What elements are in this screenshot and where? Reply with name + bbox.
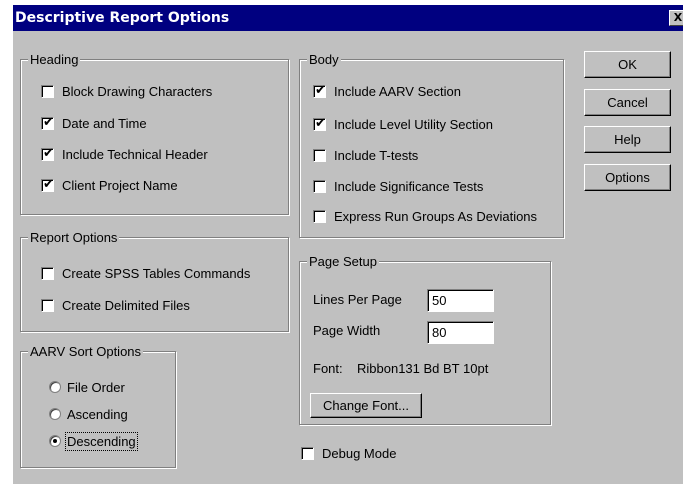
include-level-utility-section-option[interactable]: ✔ Include Level Utility Section: [313, 115, 493, 133]
close-button[interactable]: X: [669, 10, 683, 26]
page-width-label: Page Width: [313, 323, 381, 338]
report-options-legend: Report Options: [28, 230, 120, 245]
font-label: Font:: [313, 361, 343, 376]
express-run-groups-as-deviations-label: Express Run Groups As Deviations: [334, 208, 538, 224]
include-significance-tests-checkbox[interactable]: [313, 179, 326, 193]
date-and-time-checkbox[interactable]: ✔: [41, 114, 54, 130]
page-setup-legend: Page Setup: [307, 254, 379, 269]
block-drawing-characters-checkbox[interactable]: [41, 84, 54, 98]
file-order-radio[interactable]: [49, 381, 61, 393]
include-aarv-section-option[interactable]: ✔ Include AARV Section: [313, 82, 461, 100]
cancel-button[interactable]: Cancel: [584, 89, 671, 116]
heading-legend: Heading: [28, 52, 81, 67]
debug-mode-option[interactable]: Debug Mode: [301, 444, 396, 462]
file-order-label: File Order: [67, 379, 125, 395]
block-drawing-characters-label: Block Drawing Characters: [62, 83, 213, 99]
checkmark-icon: ✔: [315, 115, 326, 131]
ascending-label: Ascending: [67, 406, 128, 422]
ascending-option[interactable]: Ascending: [49, 405, 128, 423]
descending-label: Descending: [65, 431, 138, 451]
client-project-name-option[interactable]: ✔ Client Project Name: [41, 176, 178, 194]
change-font-button[interactable]: Change Font...: [310, 393, 422, 418]
descending-option[interactable]: Descending: [49, 431, 138, 451]
express-run-groups-as-deviations-option[interactable]: Express Run Groups As Deviations: [313, 207, 537, 225]
radio-dot-icon: [53, 439, 57, 443]
options-button[interactable]: Options: [584, 164, 671, 191]
help-button[interactable]: Help: [584, 126, 671, 153]
checkmark-icon: ✔: [43, 145, 54, 161]
include-t-tests-option[interactable]: Include T-tests: [313, 146, 418, 164]
include-aarv-section-label: Include AARV Section: [334, 83, 461, 99]
include-t-tests-checkbox[interactable]: [313, 148, 326, 162]
create-delimited-files-option[interactable]: Create Delimited Files: [41, 296, 190, 314]
debug-mode-checkbox[interactable]: [301, 446, 314, 460]
client-project-name-label: Client Project Name: [62, 177, 178, 193]
font-value: Ribbon131 Bd BT 10pt: [357, 361, 489, 376]
include-t-tests-label: Include T-tests: [334, 147, 419, 163]
debug-mode-label: Debug Mode: [322, 445, 397, 461]
checkmark-icon: ✔: [43, 176, 54, 192]
body-legend: Body: [307, 52, 341, 67]
title-bar[interactable]: Descriptive Report Options X: [13, 5, 683, 31]
block-drawing-characters-option[interactable]: Block Drawing Characters: [41, 82, 212, 100]
file-order-option[interactable]: File Order: [49, 378, 125, 396]
include-significance-tests-option[interactable]: Include Significance Tests: [313, 177, 483, 195]
date-and-time-option[interactable]: ✔ Date and Time: [41, 114, 147, 132]
aarv-sort-options-legend: AARV Sort Options: [28, 344, 144, 359]
create-delimited-files-label: Create Delimited Files: [62, 297, 190, 313]
client-project-name-checkbox[interactable]: ✔: [41, 176, 54, 192]
ascending-radio[interactable]: [49, 408, 61, 420]
page-width-input[interactable]: 80: [427, 321, 494, 344]
dialog-title: Descriptive Report Options: [15, 10, 230, 26]
include-technical-header-checkbox[interactable]: ✔: [41, 145, 54, 161]
lines-per-page-input[interactable]: 50: [427, 289, 494, 312]
lines-per-page-label: Lines Per Page: [313, 292, 402, 307]
date-and-time-label: Date and Time: [62, 115, 147, 131]
express-run-groups-as-deviations-checkbox[interactable]: [313, 209, 326, 223]
include-aarv-section-checkbox[interactable]: ✔: [313, 82, 326, 98]
descriptive-report-options-dialog: Descriptive Report Options X Heading Blo…: [13, 5, 683, 484]
include-technical-header-option[interactable]: ✔ Include Technical Header: [41, 145, 208, 163]
create-spss-tables-commands-label: Create SPSS Tables Commands: [62, 265, 251, 281]
create-spss-tables-commands-checkbox[interactable]: [41, 266, 54, 280]
create-delimited-files-checkbox[interactable]: [41, 298, 54, 312]
descending-radio[interactable]: [49, 435, 61, 447]
create-spss-tables-commands-option[interactable]: Create SPSS Tables Commands: [41, 264, 250, 282]
include-level-utility-section-label: Include Level Utility Section: [334, 116, 493, 132]
include-level-utility-section-checkbox[interactable]: ✔: [313, 115, 326, 131]
include-significance-tests-label: Include Significance Tests: [334, 178, 484, 194]
checkmark-icon: ✔: [315, 82, 326, 98]
checkmark-icon: ✔: [43, 114, 54, 130]
include-technical-header-label: Include Technical Header: [62, 146, 208, 162]
ok-button[interactable]: OK: [584, 51, 671, 78]
